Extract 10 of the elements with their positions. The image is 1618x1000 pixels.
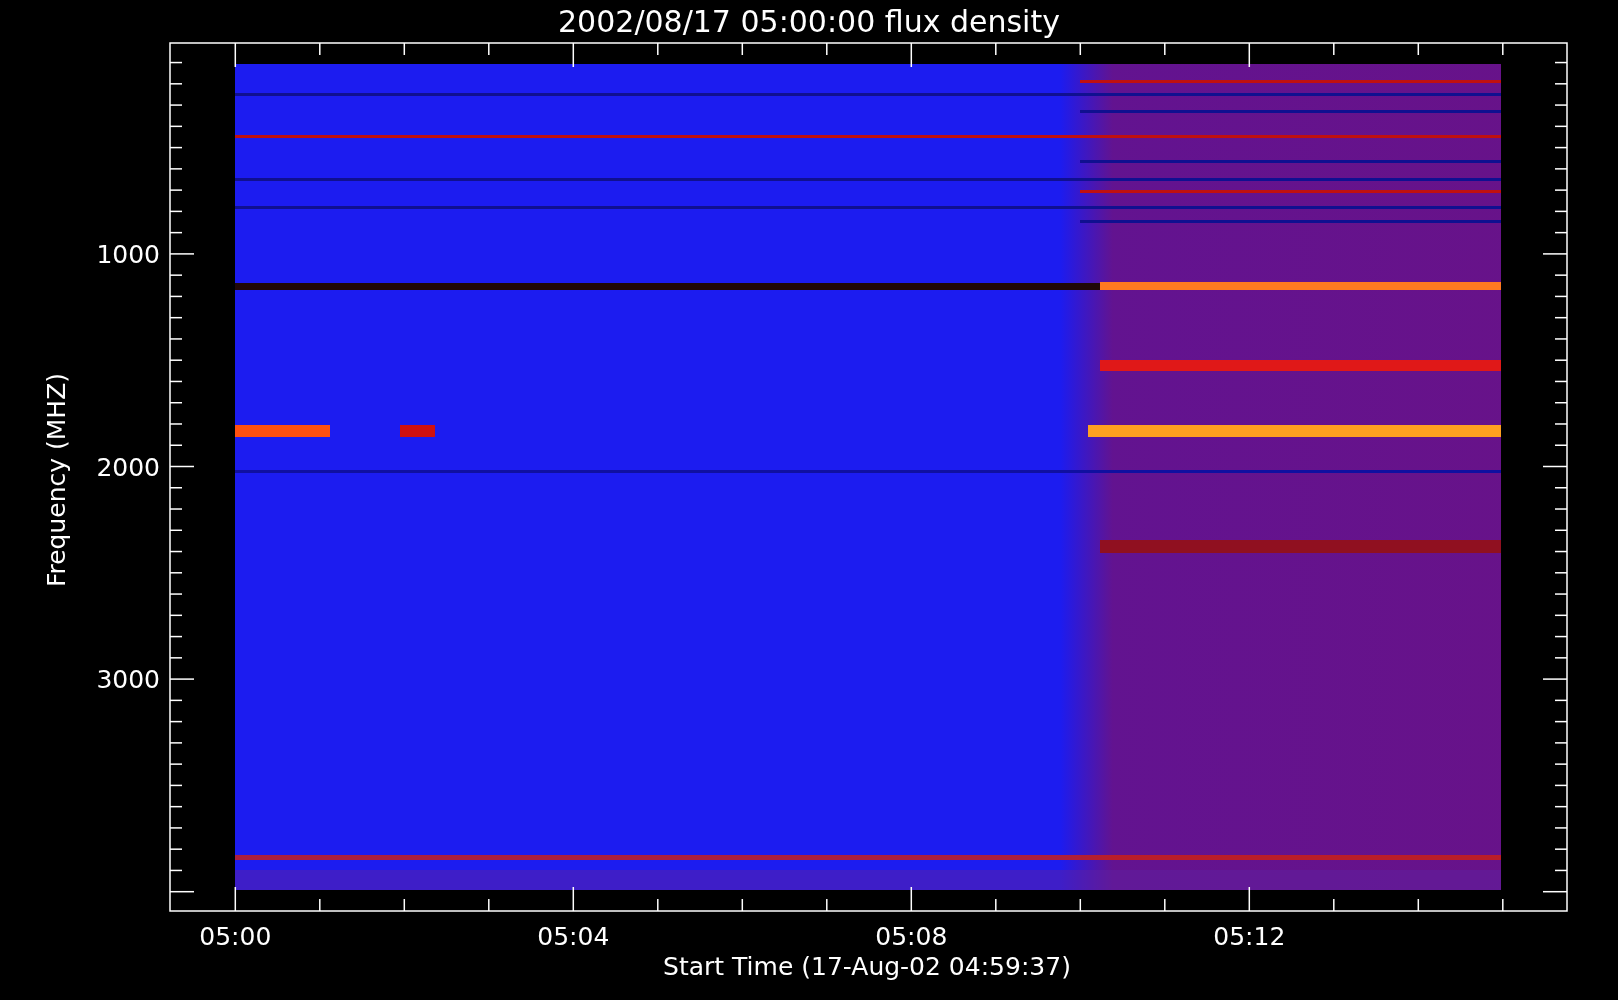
y-axis-label: Frequency (MHZ) bbox=[42, 372, 71, 588]
y-tick-label: 3000 bbox=[96, 665, 160, 695]
x-tick-label: 05:04 bbox=[537, 922, 610, 951]
chart-title: 2002/08/17 05:00:00 flux density bbox=[558, 4, 1060, 39]
y-tick-label: 1000 bbox=[96, 239, 160, 269]
x-axis-label: Start Time (17-Aug-02 04:59:37) bbox=[663, 952, 1071, 981]
x-tick-label: 05:00 bbox=[199, 922, 272, 951]
y-tick-label: 2000 bbox=[96, 452, 160, 482]
x-tick-label: 05:12 bbox=[1213, 922, 1286, 951]
x-tick-label: 05:08 bbox=[875, 922, 948, 951]
